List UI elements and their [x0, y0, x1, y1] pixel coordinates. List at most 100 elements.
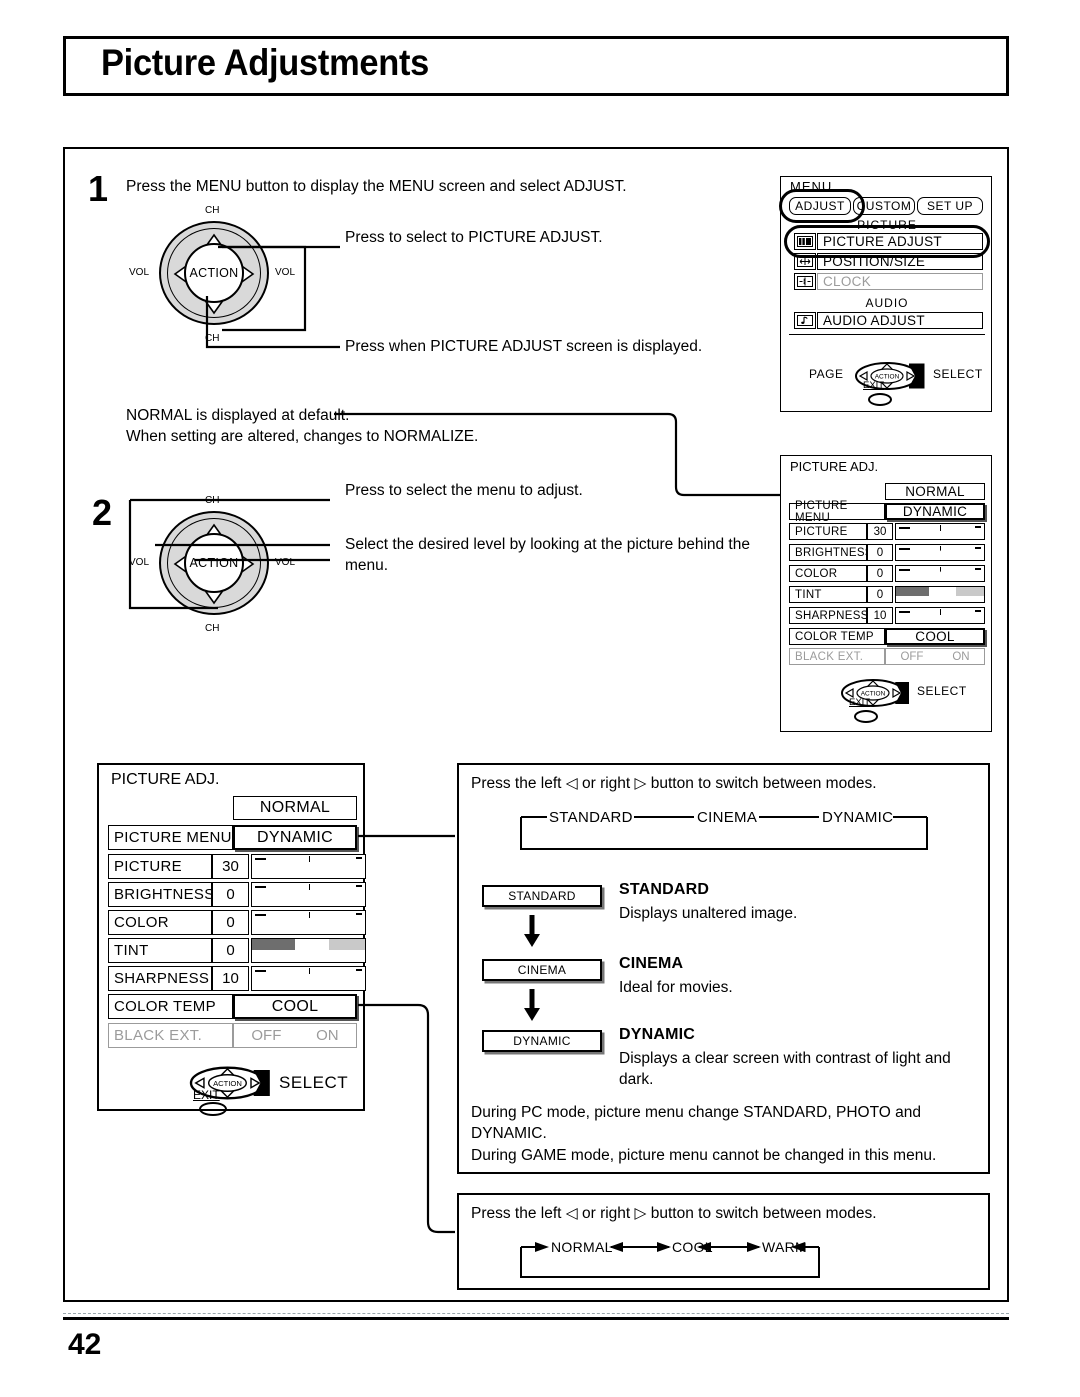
slider-track-picture-large[interactable] [251, 854, 366, 879]
exit-oval-icon [868, 393, 892, 406]
color-temp-value-large[interactable]: COOL [233, 994, 357, 1019]
slider-track-tint-large[interactable] [251, 938, 366, 963]
slider-row: TINT 0 [108, 938, 366, 966]
mode-chip-dynamic: DYNAMIC [482, 1030, 602, 1052]
mode-name-cinema: CINEMA [619, 955, 684, 972]
ch-label-bottom: CH [205, 333, 220, 344]
slider-rows-small: PICTURE 30 BRIGHTNESS 0 COLOR 0 TINT 0 S… [789, 523, 985, 628]
action-button[interactable]: ACTION [184, 243, 244, 303]
action-label: ACTION [189, 556, 239, 570]
picture-menu-label-large: PICTURE MENU [108, 825, 233, 850]
vol-label-left: VOL [129, 267, 150, 278]
normalize-button-small[interactable]: NORMAL [885, 483, 985, 500]
select-label-small: SELECT [917, 684, 967, 698]
slider-track-color[interactable] [895, 565, 985, 582]
slider-row: BRIGHTNESS 0 [789, 544, 985, 565]
footer-dashed-rule [63, 1313, 1009, 1314]
slider-track-sharpness[interactable] [895, 607, 985, 624]
mode-desc-dynamic: Displays a clear screen with contrast of… [619, 1050, 951, 1088]
slider-row: BRIGHTNESS 0 [108, 882, 366, 910]
exit-oval-icon [199, 1102, 227, 1116]
picture-adj-osd-large: PICTURE ADJ. NORMAL PICTURE MENU DYNAMIC… [97, 763, 366, 1116]
picture-adj-title: PICTURE ADJ. [790, 459, 879, 474]
vol-label-right: VOL [275, 267, 296, 278]
tab-setup-label: SET UP [926, 199, 974, 213]
picture-menu-note-1: During PC mode, picture menu change STAN… [471, 1104, 921, 1142]
footer-rule [63, 1317, 1009, 1320]
select-label-large: SELECT [279, 1073, 349, 1092]
picture-menu-value-small[interactable]: DYNAMIC [885, 503, 985, 520]
vol-label-right: VOL [275, 557, 296, 568]
menu-footer-page-label: PAGE [809, 367, 844, 381]
slider-row: COLOR 0 [789, 565, 985, 586]
picture-menu-note-2: During GAME mode, picture menu cannot be… [471, 1147, 937, 1164]
slider-track-color-large[interactable] [251, 910, 366, 935]
mode-desc-cinema: Ideal for movies. [619, 979, 733, 996]
exit-label-small: EXIT [849, 697, 871, 708]
down-arrow-icon-2 [524, 989, 540, 1021]
slider-track-brightness[interactable] [895, 544, 985, 561]
down-arrow-icon-1 [524, 915, 540, 947]
picture-menu-label-small: PICTURE MENU [789, 500, 885, 524]
slider-row: SHARPNESS 10 [108, 966, 366, 994]
page-number: 42 [68, 1328, 102, 1361]
action-button[interactable]: ACTION [184, 533, 244, 593]
slider-track-picture[interactable] [895, 523, 985, 540]
normalize-note: NORMAL is displayed at default. When set… [126, 407, 479, 445]
menu-item-audio-adjust[interactable]: AUDIO ADJUST [817, 312, 983, 329]
tab-setup[interactable]: SET UP [917, 197, 983, 215]
slider-track-brightness-large[interactable] [251, 882, 366, 907]
color-temp-value-small[interactable]: COOL [885, 628, 985, 645]
ch-label-top: CH [205, 205, 220, 216]
slider-track-tint[interactable] [895, 586, 985, 603]
slider-track-sharpness-large[interactable] [251, 966, 366, 991]
picture-adj-title-large: PICTURE ADJ. [111, 771, 220, 788]
action-label: ACTION [189, 266, 239, 280]
highlight-oval-adjust-tab [779, 189, 865, 223]
color-temp-cycle-diagram [520, 1242, 820, 1278]
normalize-label: NORMAL [905, 484, 965, 499]
mode-desc-standard: Displays unaltered image. [619, 905, 798, 922]
menu-exit-label: EXIT [863, 380, 885, 391]
remote-nav-pad-2[interactable]: ACTION CH CH VOL VOL [129, 495, 295, 634]
menu-item-clock: CLOCK [817, 273, 983, 290]
ch-label-top: CH [205, 495, 220, 506]
slider-row: TINT 0 [789, 586, 985, 607]
step-2-callout-1: Press to select the menu to adjust. [345, 482, 583, 499]
step-1-callout-2: Press when PICTURE ADJUST screen is disp… [345, 338, 703, 355]
normalize-button-large[interactable]: NORMAL [233, 796, 357, 820]
page-title: Picture Adjustments [101, 42, 430, 83]
picture-menu-value-large[interactable]: DYNAMIC [233, 825, 357, 850]
step-1-instruction: Press the MENU button to display the MEN… [126, 178, 627, 195]
mode-name-dynamic: DYNAMIC [619, 1026, 696, 1043]
color-temp-label-large: COLOR TEMP [108, 994, 233, 1019]
color-temp-label-small: COLOR TEMP [789, 628, 885, 645]
exit-label-large: EXIT [193, 1088, 220, 1102]
remote-nav-pad-1[interactable]: ACTION CH CH VOL VOL [129, 205, 295, 344]
menu-group-audio: AUDIO [865, 296, 909, 310]
black-ext-label-small: BLACK EXT. [789, 648, 885, 665]
menu-item-clock-label: CLOCK [823, 274, 872, 289]
color-temp-cycle-normal: NORMAL [551, 1239, 613, 1255]
step-2-number: 2 [92, 492, 113, 533]
menu-divider [789, 334, 985, 335]
picture-menu-explanation-panel: Press the left ◁ or right ▷ button to sw… [457, 763, 990, 1174]
color-temp-cycle-cool: COOL [672, 1239, 713, 1255]
menu-osd-panel: MENU ADJUST CUSTOM SET UP PICTURE PICTUR… [779, 176, 992, 412]
slider-row: SHARPNESS 10 [789, 607, 985, 628]
highlight-oval-picture-adjust [784, 225, 990, 258]
menu-item-audio-adjust-label: AUDIO ADJUST [823, 313, 925, 328]
ch-label-bottom: CH [205, 623, 220, 634]
black-ext-value-small: OFF ON [885, 648, 985, 665]
clock-icon [794, 273, 816, 290]
slider-row: PICTURE 30 [789, 523, 985, 544]
manual-page: Picture Adjustments 1 Press the MENU but… [0, 0, 1080, 1397]
step-1-number: 1 [88, 168, 109, 209]
step-2-callout-2: Select the desired level by looking at t… [345, 536, 750, 574]
slider-rows-large: PICTURE 30 BRIGHTNESS 0 COLOR 0 TINT 0 S… [108, 854, 366, 994]
svg-text:ACTION: ACTION [213, 1079, 242, 1088]
black-ext-value-large: OFF ON [233, 1023, 357, 1048]
slider-row: PICTURE 30 [108, 854, 366, 882]
mode-name-standard: STANDARD [619, 881, 710, 898]
menu-footer-select-label: SELECT [933, 367, 983, 381]
